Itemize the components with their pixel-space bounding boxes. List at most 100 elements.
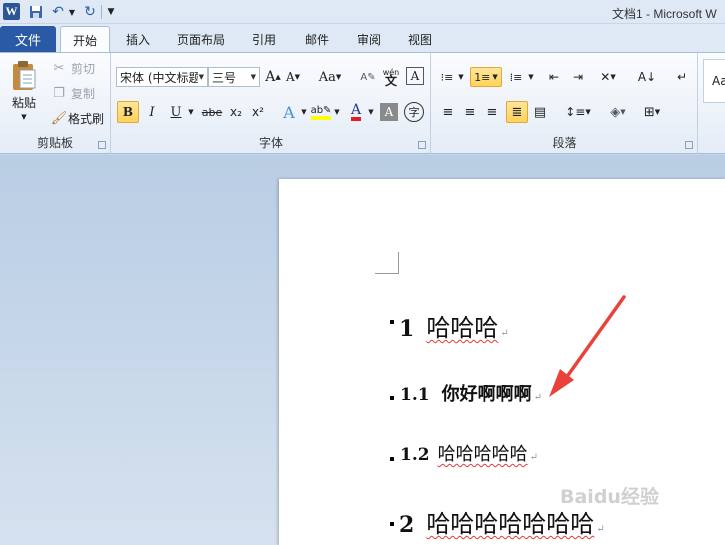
sort-icon[interactable]: A↓ bbox=[636, 67, 658, 87]
heading-number: 1 bbox=[399, 316, 415, 342]
paragraph-mark: ↵ bbox=[533, 392, 542, 403]
font-size-value: 三号 bbox=[212, 70, 237, 85]
change-case-label: Aa bbox=[318, 69, 336, 85]
show-marks-icon[interactable]: ↵ bbox=[672, 67, 692, 87]
heading-1-2[interactable]: 1.2 哈哈哈哈哈 ↵ bbox=[400, 440, 538, 466]
subscript-button[interactable]: x₂ bbox=[226, 101, 246, 123]
tab-review[interactable]: 审阅 bbox=[347, 26, 391, 53]
chinese-layout-icon[interactable]: ✕ ▼ bbox=[596, 67, 620, 87]
decrease-indent-icon[interactable]: ⇤ bbox=[544, 67, 564, 87]
strikethrough-button[interactable]: abe bbox=[200, 101, 224, 123]
highlight-dropdown-icon[interactable]: ▼ bbox=[332, 101, 342, 123]
ribbon-tabs: 文件 开始 插入 页面布局 引用 邮件 审阅 视图 bbox=[0, 24, 725, 54]
chevron-down-icon: ▼ bbox=[198, 73, 204, 81]
font-color-icon[interactable]: A bbox=[346, 101, 366, 123]
grow-font-icon[interactable]: A ▲ bbox=[264, 67, 282, 87]
heading-1-1[interactable]: 1.1 你好啊啊啊 ↵ bbox=[400, 380, 542, 406]
underline-dropdown-icon[interactable]: ▼ bbox=[186, 101, 196, 123]
cut-button[interactable]: 剪切 bbox=[68, 59, 98, 77]
character-border-icon[interactable]: A bbox=[406, 67, 424, 85]
shading-icon[interactable]: ◈ ▼ bbox=[604, 101, 632, 123]
text-effects-dropdown-icon[interactable]: ▼ bbox=[299, 101, 309, 123]
heading-text: 哈哈哈 bbox=[426, 314, 499, 342]
copy-icon[interactable]: ❐ bbox=[50, 84, 68, 102]
word-logo-icon[interactable]: W bbox=[3, 3, 20, 20]
font-name-dropdown[interactable]: 宋体 (中文标题 ▼ bbox=[116, 67, 208, 87]
paragraph-mark: ↵ bbox=[529, 452, 538, 463]
character-shading-icon[interactable]: A bbox=[380, 103, 398, 121]
paragraph-mark: ↵ bbox=[500, 328, 509, 339]
tab-file[interactable]: 文件 bbox=[0, 26, 56, 52]
save-icon[interactable] bbox=[28, 3, 44, 21]
underline-button[interactable]: U bbox=[166, 101, 186, 123]
style-preview[interactable]: Aa bbox=[703, 59, 725, 103]
paragraph-mark: ↵ bbox=[596, 524, 605, 535]
paragraph-group-label: 段落 bbox=[552, 136, 577, 150]
font-group: 宋体 (中文标题 ▼ 三号 ▼ A ▲ A ▼ Aa ▼ A✎ wén 文 A B I … bbox=[112, 53, 431, 154]
styles-group: Aa bbox=[699, 53, 725, 154]
heading-marker bbox=[390, 457, 394, 461]
clipboard-group: 粘贴 ▼ ✂ 剪切 ❐ 复制 🖌 格式刷 剪贴板 bbox=[0, 53, 111, 154]
font-name-value: 宋体 (中文标题 bbox=[120, 70, 198, 85]
line-spacing-icon[interactable]: ↕≡ ▼ bbox=[564, 101, 592, 123]
font-color-dropdown-icon[interactable]: ▼ bbox=[366, 101, 376, 123]
clear-format-icon[interactable]: A✎ bbox=[358, 67, 378, 87]
heading-marker bbox=[390, 396, 394, 400]
tab-references[interactable]: 引用 bbox=[242, 26, 286, 53]
bullets-dropdown-icon[interactable]: ▼ bbox=[456, 67, 466, 87]
tab-view[interactable]: 视图 bbox=[398, 26, 442, 53]
customize-icon[interactable]: ▼ bbox=[105, 3, 117, 21]
undo-dropdown-icon[interactable]: ▼ bbox=[68, 3, 76, 21]
multilevel-list-icon[interactable]: ⁞≡ bbox=[506, 67, 526, 87]
borders-icon[interactable]: ⊞ ▼ bbox=[638, 101, 666, 123]
scissors-icon[interactable]: ✂ bbox=[50, 59, 68, 77]
undo-icon[interactable]: ↶ bbox=[50, 3, 66, 21]
numbering-button[interactable]: 1≡ ▼ bbox=[470, 67, 502, 87]
align-right-icon[interactable]: ≡ bbox=[482, 101, 502, 123]
multilevel-dropdown-icon[interactable]: ▼ bbox=[526, 67, 536, 87]
increase-indent-icon[interactable]: ⇥ bbox=[568, 67, 588, 87]
italic-button[interactable]: I bbox=[142, 101, 162, 123]
format-painter-button[interactable]: 格式刷 bbox=[66, 109, 106, 127]
tab-page-layout[interactable]: 页面布局 bbox=[168, 26, 234, 53]
paste-dropdown-icon[interactable]: ▼ bbox=[18, 111, 30, 123]
redo-icon[interactable]: ↻ bbox=[82, 3, 98, 21]
paragraph-group: ⁝≡ ▼ 1≡ ▼ ⁞≡ ▼ ⇤ ⇥ ✕ ▼ A↓ ↵ ≡ ≡ ≡ ≣ ▤ ↕≡ ▼ … bbox=[432, 53, 698, 154]
phonetic-guide-icon[interactable]: wén 文 bbox=[380, 66, 402, 88]
heading-text: 哈哈哈哈哈哈哈 bbox=[426, 510, 595, 538]
heading-number: 2 bbox=[399, 512, 415, 538]
highlight-icon[interactable]: ab✎ bbox=[310, 101, 332, 123]
font-size-dropdown[interactable]: 三号 ▼ bbox=[208, 67, 260, 87]
align-left-icon[interactable]: ≡ bbox=[438, 101, 458, 123]
heading-number: 1.2 bbox=[400, 445, 430, 465]
justify-icon[interactable]: ≣ bbox=[506, 101, 528, 123]
heading-marker bbox=[390, 320, 394, 324]
font-launcher-icon[interactable] bbox=[418, 141, 426, 149]
bold-button[interactable]: B bbox=[117, 101, 139, 123]
heading-1[interactable]: 1 哈哈哈 ↵ bbox=[399, 308, 509, 343]
paste-icon[interactable] bbox=[8, 59, 40, 93]
ribbon: 粘贴 ▼ ✂ 剪切 ❐ 复制 🖌 格式刷 剪贴板 宋体 (中文标题 ▼ 三号 ▼… bbox=[0, 52, 725, 154]
paste-button[interactable]: 粘贴 bbox=[6, 93, 42, 111]
tab-insert[interactable]: 插入 bbox=[116, 26, 160, 53]
tab-mailings[interactable]: 邮件 bbox=[295, 26, 339, 53]
clipboard-launcher-icon[interactable] bbox=[98, 141, 106, 149]
window-title: 文档1 - Microsoft W bbox=[612, 7, 717, 21]
margin-corner-mark bbox=[375, 252, 399, 274]
chevron-down-icon: ▼ bbox=[250, 73, 256, 81]
bullets-icon[interactable]: ⁝≡ bbox=[438, 67, 456, 87]
paragraph-launcher-icon[interactable] bbox=[685, 141, 693, 149]
shrink-font-icon[interactable]: A ▼ bbox=[284, 67, 302, 87]
distributed-icon[interactable]: ▤ bbox=[530, 101, 550, 123]
enclose-characters-icon[interactable]: 字 bbox=[404, 102, 424, 122]
heading-2[interactable]: 2 哈哈哈哈哈哈哈 ↵ bbox=[399, 504, 605, 539]
tab-home[interactable]: 开始 bbox=[60, 26, 110, 54]
superscript-button[interactable]: x² bbox=[248, 101, 268, 123]
text-effects-icon[interactable]: A bbox=[278, 101, 300, 123]
align-center-icon[interactable]: ≡ bbox=[460, 101, 480, 123]
clipboard-group-label: 剪贴板 bbox=[36, 136, 73, 150]
copy-button[interactable]: 复制 bbox=[68, 84, 98, 102]
change-case-button[interactable]: Aa ▼ bbox=[316, 67, 344, 87]
heading-number: 1.1 bbox=[400, 385, 430, 405]
watermark: Baidu经验 bbox=[560, 486, 659, 508]
